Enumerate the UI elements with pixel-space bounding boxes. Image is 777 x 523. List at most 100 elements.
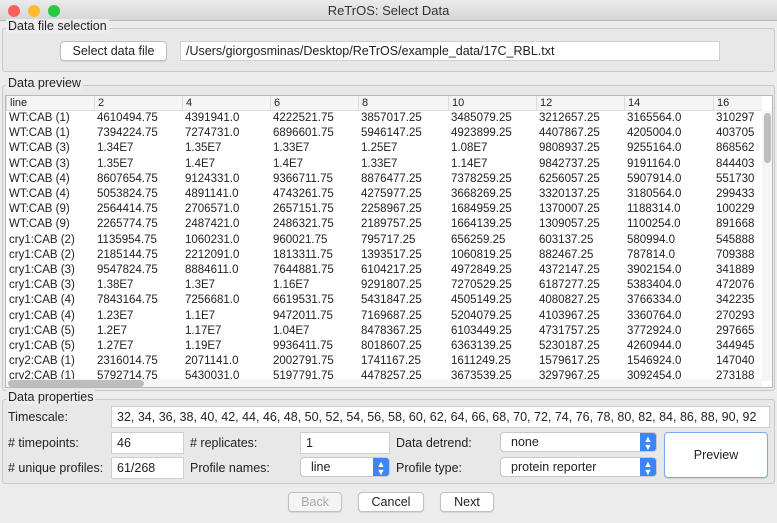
- table-row[interactable]: WT:CAB (4) 5053824.75 4891141.0 4743261.75 4…: [6, 187, 762, 202]
- select-data-file-button[interactable]: Select data file: [60, 41, 167, 61]
- table-row[interactable]: WT:CAB (4) 8607654.75 9124331.0 9366711.75 8…: [6, 172, 762, 187]
- table-cell: 1.2E7: [97, 324, 128, 337]
- table-cell: 5230187.25: [539, 340, 600, 352]
- table-row[interactable]: WT:CAB (9) 2265774.75 2487421.0 2486321.75 2…: [6, 217, 762, 232]
- table-cell: 1060231.0: [185, 233, 240, 246]
- table-cell: 9191164.0: [627, 157, 681, 170]
- table-row[interactable]: WT:CAB (1) 4610494.75 4391941.0 4222521.75 3…: [6, 111, 762, 126]
- table-row[interactable]: cry1:CAB (3) 9547824.75 8884611.0 7644881.7…: [6, 263, 762, 278]
- close-window-button[interactable]: [8, 5, 20, 17]
- minimize-window-button[interactable]: [28, 5, 40, 17]
- column-header[interactable]: 4: [182, 96, 270, 111]
- table-cell: 2258967.25: [361, 203, 422, 216]
- table-row[interactable]: cry1:CAB (2) 2185144.75 2212091.0 1813311.7…: [6, 248, 762, 263]
- table-cell: 8018607.25: [361, 340, 422, 352]
- table-cell: 7169687.25: [361, 309, 422, 322]
- preview-button[interactable]: Preview: [664, 432, 768, 478]
- table-cell: 1.17E7: [185, 324, 222, 337]
- table-cell: 9842737.25: [539, 157, 600, 170]
- column-header[interactable]: 6: [270, 96, 358, 111]
- table-cell: 1611249.25: [451, 355, 511, 368]
- table-cell: 1.33E7: [361, 157, 398, 170]
- table-cell: 3180564.0: [627, 188, 682, 200]
- table-row[interactable]: cry1:CAB (3) 1.38E7 1.3E7 1.16E7 9291807.25 7…: [6, 278, 762, 293]
- selected-value: none: [511, 435, 539, 449]
- column-header[interactable]: 10: [448, 96, 536, 111]
- column-header[interactable]: 14: [624, 96, 713, 111]
- column-header[interactable]: line: [6, 96, 94, 111]
- table-cell: 341889: [716, 264, 755, 276]
- column-header[interactable]: 12: [536, 96, 624, 111]
- table-row[interactable]: WT:CAB (1) 7394224.75 7274731.0 6896601.75 5…: [6, 126, 762, 141]
- table-row[interactable]: cry1:CAB (2) 1135954.75 1060231.0 960021.75…: [6, 233, 762, 248]
- table-row[interactable]: cry2:CAB (1) 2316014.75 2071141.0 2002791.7…: [6, 354, 762, 369]
- unique-profiles-field[interactable]: 61/268: [111, 457, 184, 479]
- horizontal-scrollbar[interactable]: [6, 379, 762, 387]
- table-cell: 709388: [716, 248, 755, 261]
- table-cell: 1.34E7: [97, 142, 134, 155]
- table-row[interactable]: cry1:CAB (4) 1.23E7 1.1E7 9472011.75 7169687…: [6, 309, 762, 324]
- table-cell: 4731757.25: [539, 324, 600, 337]
- table-row[interactable]: WT:CAB (3) 1.35E7 1.4E7 1.4E7 1.33E7 1.14E7 98…: [6, 157, 762, 172]
- group-label: Data properties: [6, 390, 96, 404]
- table-cell: 2189757.25: [361, 218, 422, 231]
- table-cell: 787814.0: [627, 248, 675, 261]
- table-cell: WT:CAB (9): [9, 218, 70, 231]
- table-cell: 3485079.25: [451, 112, 512, 124]
- data-preview-table[interactable]: cry2:CAB (2)3498834.753328101.02996211.7…: [5, 95, 773, 388]
- vertical-scrollbar[interactable]: [762, 111, 772, 381]
- table-row[interactable]: WT:CAB (3) 1.34E7 1.35E7 1.33E7 1.25E7 1.08E7…: [6, 141, 762, 156]
- timescale-field[interactable]: 32, 34, 36, 38, 40, 42, 44, 46, 48, 50, …: [111, 406, 770, 428]
- table-row[interactable]: cry1:CAB (4) 7843164.75 7256681.0 6619531.7…: [6, 293, 762, 308]
- table-cell: 472076: [716, 279, 755, 292]
- table-cell: 1.27E7: [97, 340, 134, 352]
- table-cell: 3857017.25: [361, 112, 422, 124]
- table-cell: 4103967.25: [539, 309, 600, 322]
- table-row[interactable]: cry1:CAB (5) 1.2E7 1.17E7 1.04E7 8478367.25 6…: [6, 324, 762, 339]
- vertical-scrollbar-thumb[interactable]: [764, 113, 771, 163]
- table-cell: 8876477.25: [361, 172, 422, 185]
- cancel-button[interactable]: Cancel: [358, 492, 424, 512]
- selected-value: line: [311, 460, 331, 474]
- table-cell: WT:CAB (1): [9, 112, 70, 124]
- table-cell: 4080827.25: [539, 294, 600, 307]
- table-cell: 603137.25: [539, 233, 594, 246]
- table-row[interactable]: cry1:CAB (5) 1.27E7 1.19E7 9936411.75 801860…: [6, 339, 762, 354]
- table-cell: 1579617.25: [539, 355, 600, 368]
- table-cell: 1393517.25: [361, 248, 422, 261]
- profile-type-select[interactable]: protein reporter ▲ ▼: [500, 457, 657, 477]
- zoom-window-button[interactable]: [48, 5, 60, 17]
- table-cell: cry1:CAB (4): [9, 294, 75, 307]
- table-cell: WT:CAB (3): [9, 157, 70, 170]
- table-cell: 580994.0: [627, 233, 675, 246]
- table-cell: 1.08E7: [451, 142, 488, 155]
- column-header[interactable]: 8: [358, 96, 448, 111]
- back-button[interactable]: Back: [288, 492, 342, 512]
- table-cell: 4260944.0: [627, 340, 682, 352]
- table-cell: 7394224.75: [97, 127, 158, 140]
- updown-chevron-icon: ▲ ▼: [640, 433, 656, 452]
- table-cell: 2706571.0: [185, 203, 240, 216]
- table-cell: 4372147.25: [539, 264, 600, 276]
- table-cell: 1813311.75: [273, 248, 333, 261]
- table-cell: 1370007.25: [539, 203, 600, 216]
- replicates-field[interactable]: 1: [300, 432, 390, 454]
- profile-names-select[interactable]: line ▲ ▼: [300, 457, 390, 477]
- table-cell: 1060819.25: [451, 248, 512, 261]
- timepoints-field[interactable]: 46: [111, 432, 184, 454]
- horizontal-scrollbar-thumb[interactable]: [8, 380, 144, 387]
- file-path-field[interactable]: /Users/giorgosminas/Desktop/ReTrOS/examp…: [180, 41, 720, 61]
- column-header[interactable]: 2: [94, 96, 182, 111]
- table-cell: 1741167.25: [361, 355, 421, 368]
- column-header[interactable]: 16: [713, 96, 762, 111]
- data-detrend-select[interactable]: none ▲ ▼: [500, 432, 657, 452]
- table-cell: 3902154.0: [627, 264, 682, 276]
- table-cell: 1.25E7: [361, 142, 398, 155]
- table-header[interactable]: line 2 4 6 8 10 12 14 16: [6, 96, 762, 111]
- table-cell: 1664139.25: [451, 218, 512, 231]
- table-row[interactable]: WT:CAB (9) 2564414.75 2706571.0 2657151.75 2…: [6, 202, 762, 217]
- table-cell: WT:CAB (4): [9, 172, 70, 185]
- table-cell: 7644881.75: [273, 264, 334, 276]
- next-button[interactable]: Next: [440, 492, 494, 512]
- table-cell: 9255164.0: [627, 142, 682, 155]
